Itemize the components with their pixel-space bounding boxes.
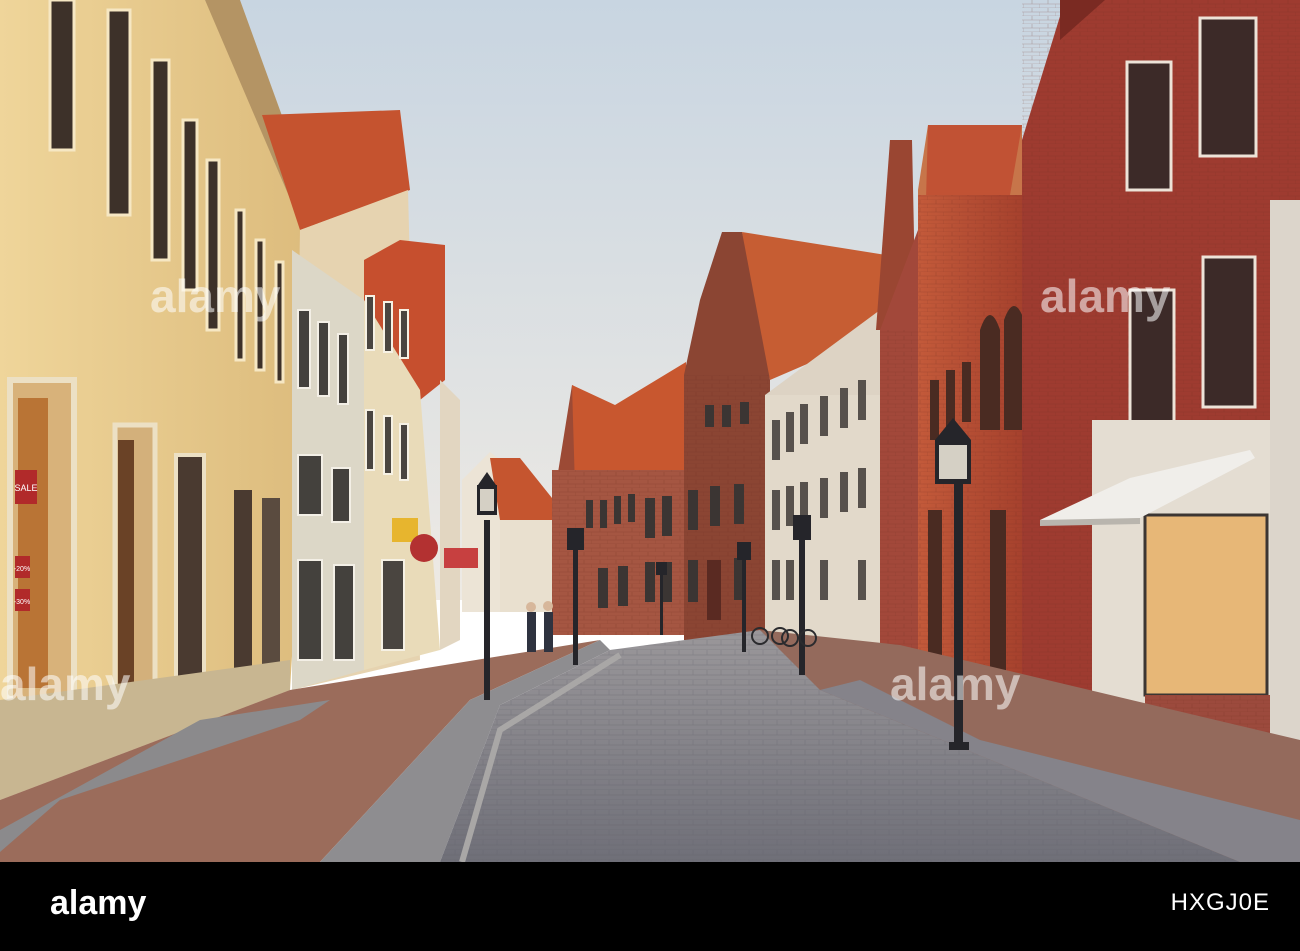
discount-sign-1: -20% [14, 566, 30, 573]
alamy-logo-text: alamy [50, 884, 146, 922]
stock-footer-bar [0, 862, 1300, 951]
discount-sign-2: -30% [14, 599, 30, 606]
street-scene-photo: SALE -20% -30% [0, 0, 1300, 862]
alamy-logo: alamy [50, 884, 146, 922]
image-id-label: HXGJ0E [1170, 889, 1270, 916]
stock-photo-frame: SALE -20% -30% alamy alamy alamy alamy a… [0, 0, 1300, 951]
sale-sign: SALE [14, 483, 37, 493]
